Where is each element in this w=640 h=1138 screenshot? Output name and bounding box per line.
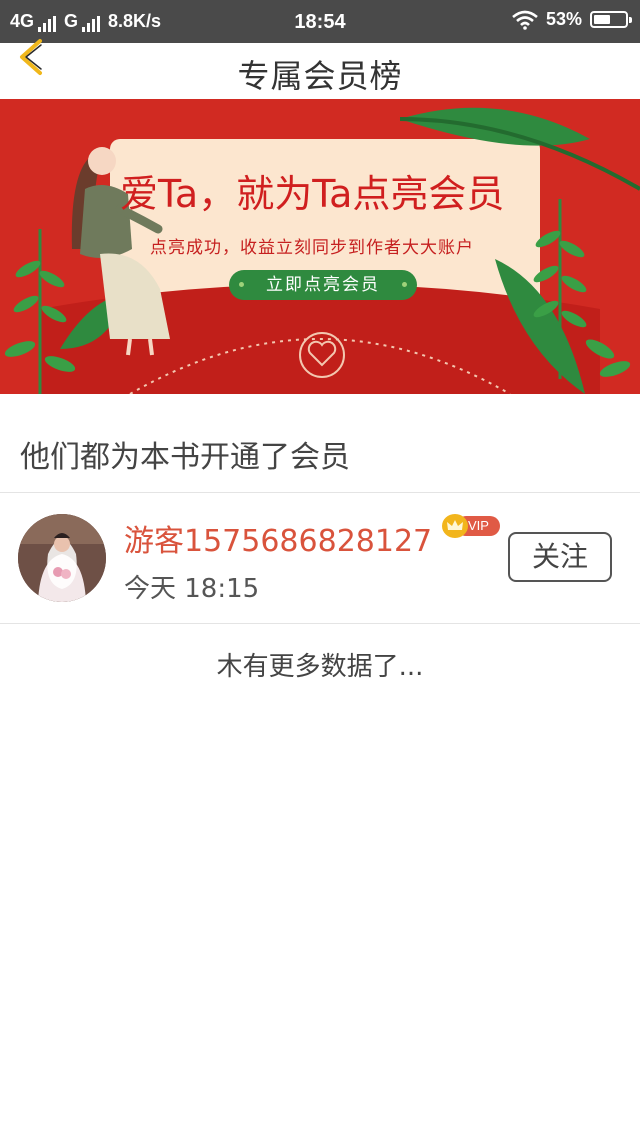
system-indicators: 53% [512,9,632,30]
battery-fill [594,15,610,24]
follow-button[interactable]: 关注 [508,532,612,582]
divider [0,623,640,624]
battery-icon [590,11,632,28]
no-more-data-text: 木有更多数据了... [216,652,424,682]
page-title: 专属会员榜 [237,57,403,95]
banner-subtitle: 点亮成功，收益立刻同步到作者大大账户 [150,238,474,258]
member-time: 今天 18:15 [124,574,260,604]
light-up-membership-button[interactable]: 立即点亮会员 [229,270,417,300]
divider [0,492,640,493]
banner-headline: 爱Ta，就为Ta点亮会员 [120,172,505,216]
title-bar: 专属会员榜 [0,39,640,99]
avatar-image [18,514,106,602]
avatar[interactable] [18,514,106,602]
promo-banner[interactable]: 爱Ta，就为Ta点亮会员 点亮成功，收益立刻同步到作者大大账户 立即点亮会员 [0,99,640,394]
member-name[interactable]: 游客1575686828127 [124,516,432,560]
status-bar: 4G G 8.8K/s 18:54 53% [0,0,640,43]
vip-badge: VIP [442,514,500,538]
section-title: 他们都为本书开通了会员 [20,440,350,475]
battery-tip [629,17,632,23]
crown-icon [442,514,468,538]
wifi-icon [512,10,538,30]
battery-percent: 53% [545,9,582,29]
